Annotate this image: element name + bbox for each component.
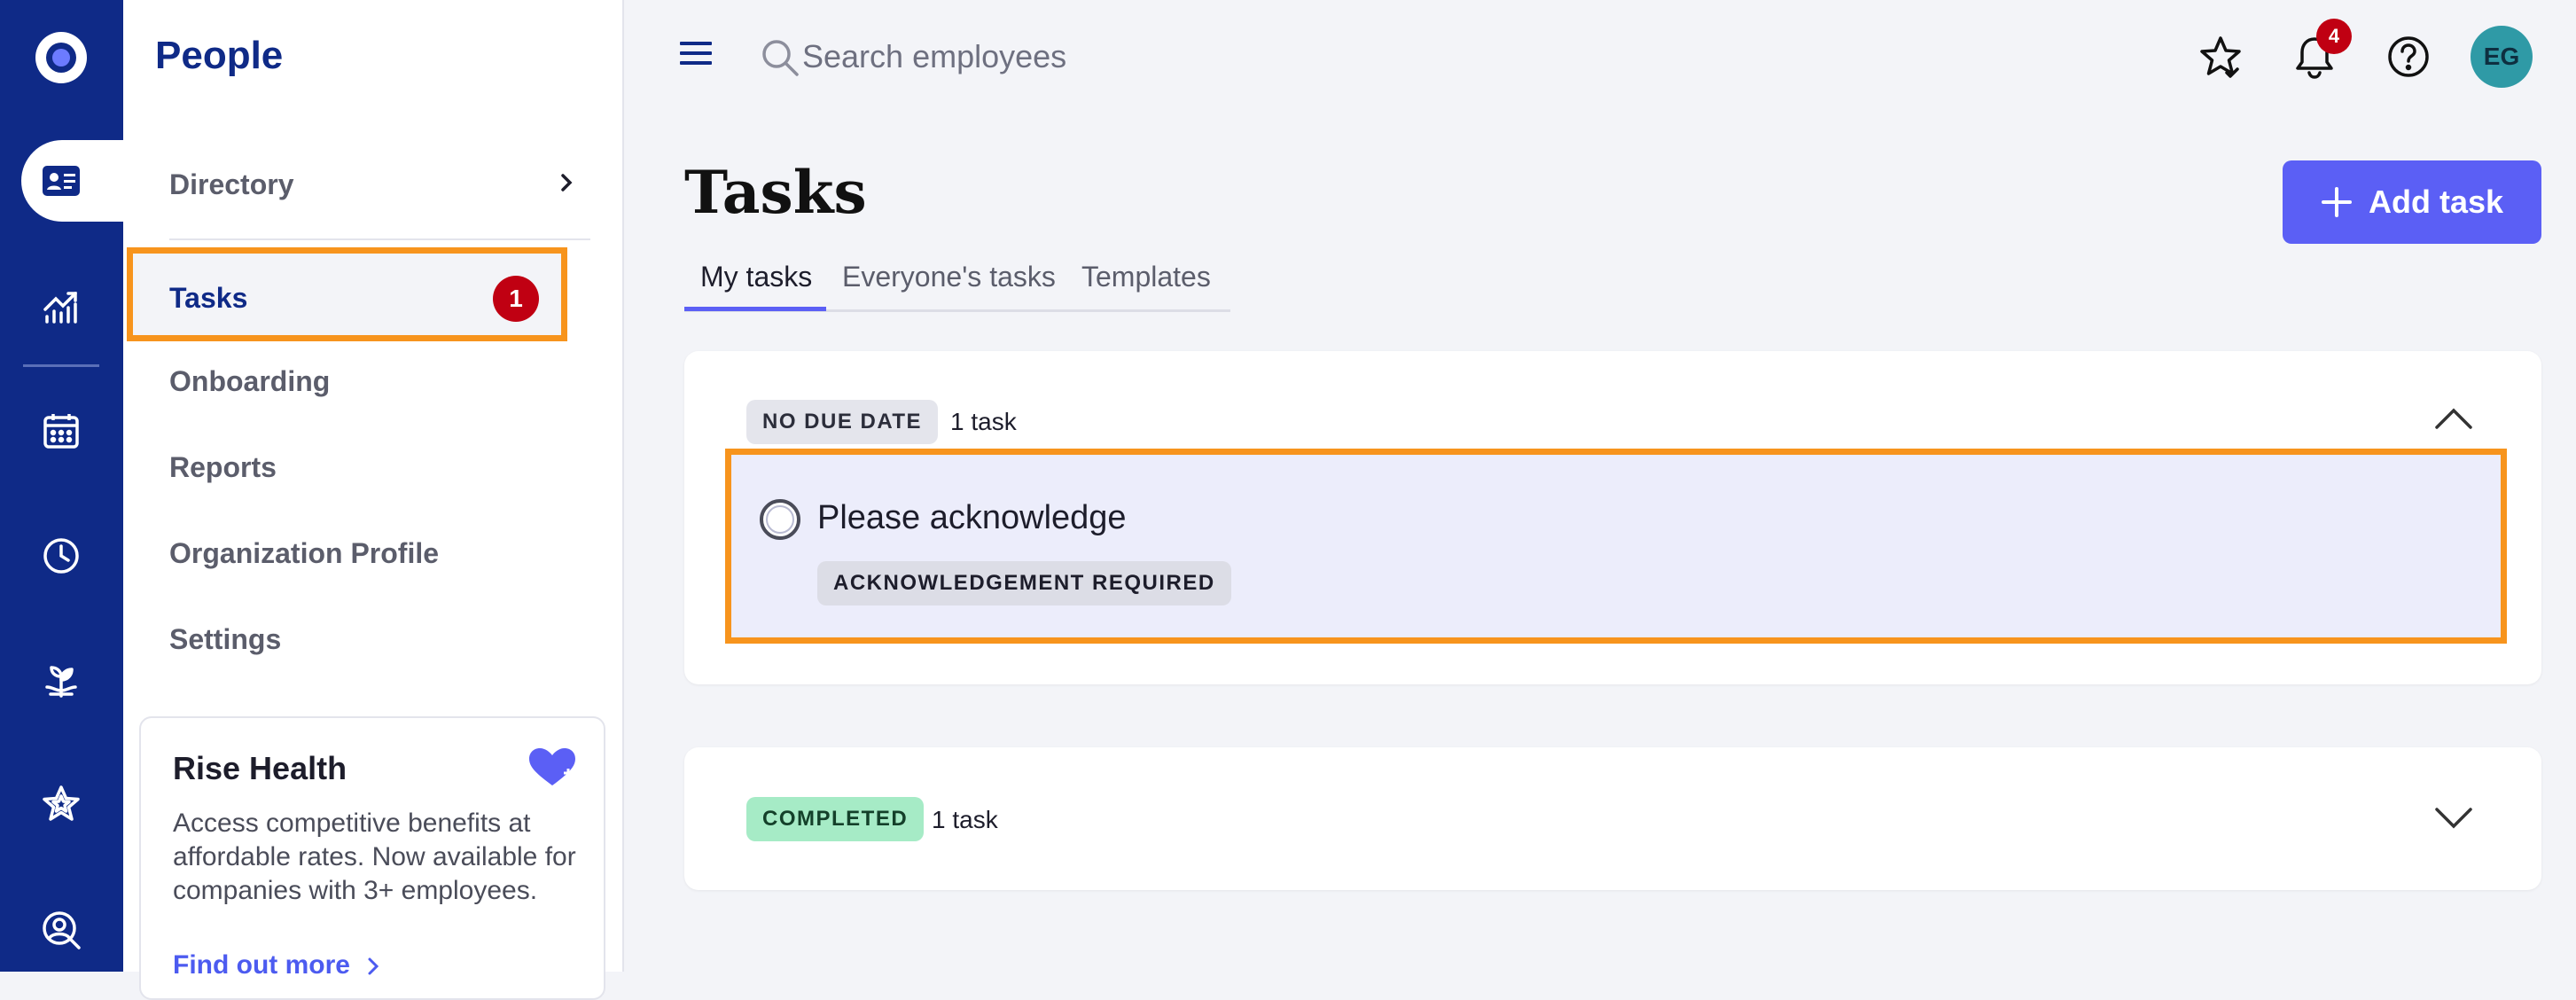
promo-title: Rise Health: [173, 750, 347, 786]
chevron-right-icon: [366, 956, 380, 977]
task-title: Please acknowledge: [817, 499, 1127, 536]
sidebar-item-tasks[interactable]: Tasks 1: [127, 247, 567, 341]
page-title: Tasks: [684, 158, 867, 227]
task-group-completed[interactable]: COMPLETED 1 task: [684, 747, 2541, 890]
favorites-star-icon[interactable]: [2196, 32, 2245, 82]
logo-icon[interactable]: [35, 32, 87, 83]
search-icon: [761, 38, 800, 77]
task-tag: ACKNOWLEDGEMENT REQUIRED: [817, 561, 1231, 605]
chevron-right-icon[interactable]: [558, 171, 575, 194]
section-sidebar: People Directory Tasks 1 Onboarding Repo…: [123, 0, 624, 1000]
task-complete-radio[interactable]: [760, 499, 800, 540]
sidebar-item-settings[interactable]: Settings: [169, 623, 281, 656]
search-input[interactable]: [802, 32, 1423, 82]
sprout-icon[interactable]: [35, 654, 87, 706]
rail-divider: [23, 364, 99, 367]
chevron-up-icon[interactable]: [2433, 406, 2474, 431]
calendar-icon[interactable]: [35, 405, 87, 457]
sidebar-item-onboarding[interactable]: Onboarding: [169, 365, 330, 398]
divider: [169, 238, 590, 240]
tab-my-tasks[interactable]: My tasks: [700, 261, 812, 293]
promo-body: Access competitive benefits at affordabl…: [173, 809, 576, 905]
promo-link-label: Find out more: [173, 950, 350, 980]
tab-everyones-tasks[interactable]: Everyone's tasks: [842, 261, 1056, 293]
sidebar-item-directory[interactable]: Directory: [169, 168, 294, 201]
sidebar-item-organization-profile[interactable]: Organization Profile: [169, 537, 439, 570]
person-search-icon[interactable]: [35, 904, 87, 956]
plus-icon: [2321, 186, 2353, 218]
active-tab-indicator: [684, 307, 826, 311]
heart-plus-icon: [527, 746, 577, 789]
task-tabs: My tasks Everyone's tasks Templates: [684, 255, 1230, 312]
notifications-count-badge: 4: [2316, 19, 2352, 54]
tab-templates[interactable]: Templates: [1081, 261, 1211, 293]
icon-rail: [0, 0, 123, 972]
tasks-count-badge: 1: [493, 276, 539, 322]
id-card-icon[interactable]: [35, 155, 87, 207]
promo-card: Rise Health Access competitive benefits …: [139, 716, 605, 1000]
group-task-count: 1 task: [950, 408, 1017, 435]
trend-chart-icon[interactable]: [35, 280, 87, 332]
sidebar-item-reports[interactable]: Reports: [169, 451, 277, 484]
promo-link[interactable]: Find out more: [173, 950, 380, 980]
help-icon[interactable]: [2384, 32, 2433, 82]
add-task-button[interactable]: Add task: [2283, 160, 2541, 244]
chevron-down-icon[interactable]: [2433, 806, 2474, 831]
group-label-badge: NO DUE DATE: [746, 400, 939, 444]
hamburger-menu-icon[interactable]: [679, 40, 713, 66]
group-label-badge: COMPLETED: [746, 797, 925, 841]
add-task-label: Add task: [2368, 184, 2504, 220]
sidebar-item-label: Tasks: [169, 282, 248, 314]
clock-icon[interactable]: [35, 530, 87, 582]
task-group-no-due-date: NO DUE DATE 1 task Please acknowledge AC…: [684, 351, 2541, 684]
star-icon[interactable]: [35, 778, 87, 830]
avatar[interactable]: EG: [2471, 26, 2533, 88]
group-task-count: 1 task: [932, 806, 998, 833]
section-title: People: [155, 34, 284, 77]
task-row[interactable]: Please acknowledge ACKNOWLEDGEMENT REQUI…: [725, 449, 2507, 644]
